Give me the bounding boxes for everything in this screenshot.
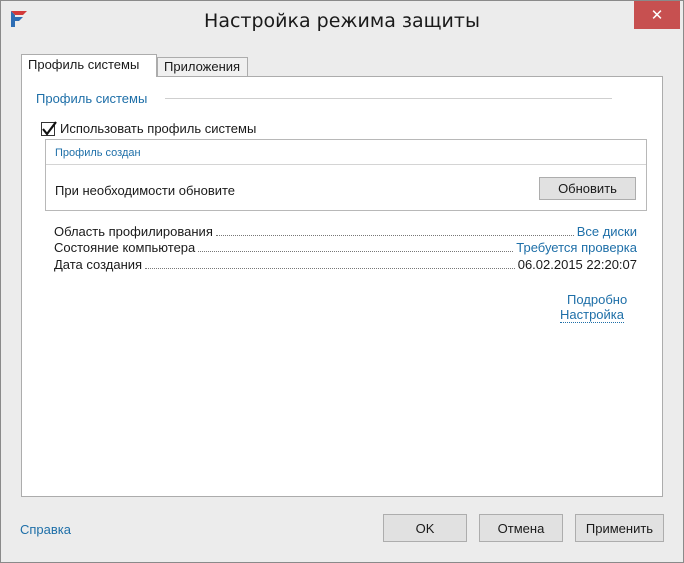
settings-link[interactable]: Настройка: [560, 308, 624, 323]
info-row-scope: Область профилирования Все диски: [54, 223, 637, 239]
profile-status-box: Профиль создан При необходимости обновит…: [45, 139, 647, 211]
details-link[interactable]: Подробно: [567, 292, 627, 307]
update-hint: При необходимости обновите: [55, 183, 236, 198]
window-title: Настройка режима защиты: [204, 10, 480, 32]
use-profile-label: Использовать профиль системы: [60, 121, 257, 136]
help-link[interactable]: Справка: [20, 522, 71, 537]
tab-system-profile[interactable]: Профиль системы: [21, 54, 157, 77]
leader-dots: [215, 235, 574, 236]
scope-value-link[interactable]: Все диски: [577, 224, 637, 239]
checkmark-icon: [42, 120, 57, 136]
title-bar: Настройка режима защиты ✕: [1, 1, 683, 39]
profile-created-label: Профиль создан: [55, 147, 141, 159]
ok-button[interactable]: OK: [383, 514, 467, 542]
tab-panel: Профиль системы Использовать профиль сис…: [21, 76, 663, 497]
info-row-date: Дата создания 06.02.2015 22:20:07: [54, 256, 637, 272]
info-label: Состояние компьютера: [54, 240, 196, 255]
created-date-value: 06.02.2015 22:20:07: [517, 257, 637, 272]
info-row-state: Состояние компьютера Требуется проверка: [54, 239, 637, 255]
tab-applications[interactable]: Приложения: [157, 57, 248, 76]
settings-window: Настройка режима защиты ✕ Профиль систем…: [0, 0, 684, 563]
leader-dots: [145, 268, 515, 269]
apply-button[interactable]: Применить: [575, 514, 664, 542]
info-label: Область профилирования: [54, 224, 213, 239]
profile-box-header: Профиль создан: [46, 140, 646, 165]
section-title: Профиль системы: [36, 91, 148, 106]
leader-dots: [198, 251, 514, 252]
use-profile-row[interactable]: Использовать профиль системы: [41, 120, 257, 136]
close-button[interactable]: ✕: [634, 1, 680, 29]
state-value-link[interactable]: Требуется проверка: [516, 240, 637, 255]
info-label: Дата создания: [54, 257, 143, 272]
section-divider: [165, 98, 612, 99]
update-button[interactable]: Обновить: [539, 177, 636, 200]
close-icon[interactable]: ✕: [651, 6, 664, 24]
cancel-button[interactable]: Отмена: [479, 514, 563, 542]
use-profile-checkbox[interactable]: [41, 120, 57, 136]
